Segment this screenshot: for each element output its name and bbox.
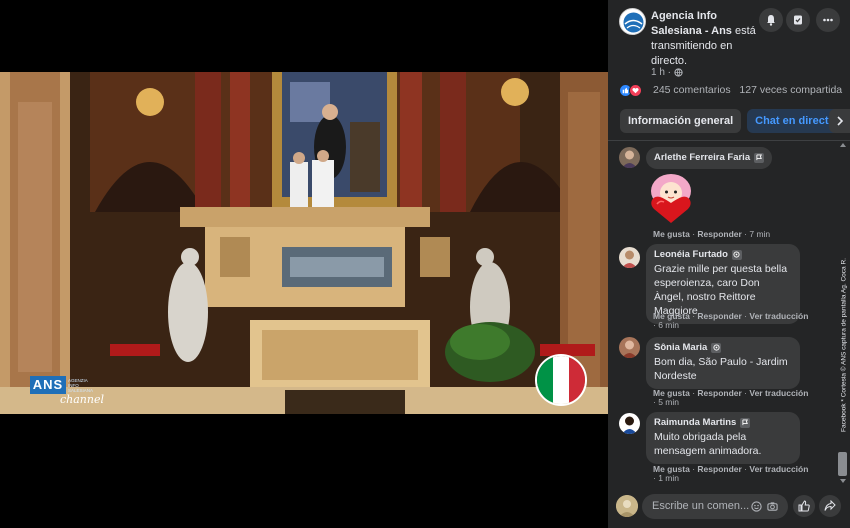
bookmark-icon xyxy=(794,15,802,25)
comment-time-row: · 6 min xyxy=(653,320,679,330)
like-link[interactable]: Me gusta xyxy=(653,229,690,239)
ans-globe-icon xyxy=(623,12,644,33)
reply-link[interactable]: Responder xyxy=(697,388,741,398)
contributor-badge-icon xyxy=(731,249,742,260)
commenter-name[interactable]: Sônia Maria xyxy=(654,342,792,353)
heart-sticker-icon xyxy=(651,174,691,223)
comment-actions: Me gusta · Responder · 7 min xyxy=(653,229,771,239)
photo-credit: Facebook * Cortesia © ANS captura de pan… xyxy=(838,240,850,450)
italy-flag-icon xyxy=(535,354,587,406)
see-translation-link[interactable]: Ver traducción xyxy=(749,311,808,321)
emoji-icon[interactable] xyxy=(751,501,762,512)
current-user-avatar[interactable] xyxy=(616,495,638,517)
comment-time-row: · 5 min xyxy=(653,397,679,407)
bell-icon xyxy=(767,15,775,26)
comment-bubble: Sônia Maria Bom dia, São Paulo - Jardim … xyxy=(646,337,800,389)
commenter-avatar[interactable] xyxy=(619,147,640,168)
like-button[interactable] xyxy=(793,495,815,517)
commenter-name[interactable]: Arlethe Ferreira Faria xyxy=(654,152,765,163)
post-meta: 1 h · xyxy=(651,67,683,78)
video-player[interactable]: ANS AGENZIA INFO SALESIANA channel xyxy=(0,0,608,528)
fan-badge-icon xyxy=(754,152,765,163)
more-options-button[interactable] xyxy=(816,8,840,32)
comment-time[interactable]: 5 min xyxy=(658,397,679,407)
panel-tabs: Información general Chat en directo xyxy=(620,109,844,133)
comment-text: Muito obrigada pela mensagem animadora. xyxy=(654,431,762,457)
globe-icon xyxy=(674,68,683,77)
love-reaction-icon xyxy=(629,83,642,97)
share-arrow-icon xyxy=(824,500,836,511)
commenter-name[interactable]: Leonéia Furtado xyxy=(654,249,792,260)
comment-text: Grazie mille per questa bella esperoienz… xyxy=(654,263,788,317)
commenter-name-text: Arlethe Ferreira Faria xyxy=(654,152,751,163)
page-name-link[interactable]: Agencia Info Salesiana - Ans xyxy=(651,10,732,37)
scrollbar-thumb[interactable] xyxy=(838,452,847,476)
photo-credit-text: Facebook * Cortesia © ANS captura de pan… xyxy=(840,258,848,432)
basilica-altar-scene xyxy=(0,72,608,414)
notifications-button[interactable] xyxy=(759,8,783,32)
comment-input-placeholder: Escribe un comen... xyxy=(652,500,750,512)
comment-time[interactable]: 6 min xyxy=(658,320,679,330)
commenter-avatar[interactable] xyxy=(619,247,640,268)
commenter-avatar[interactable] xyxy=(619,413,640,434)
comment-time[interactable]: 1 min xyxy=(658,473,679,483)
post-title: Agencia Info Salesiana - Ans está transm… xyxy=(651,9,761,69)
reactions-summary[interactable] xyxy=(619,83,642,97)
commenter-name-text: Leonéia Furtado xyxy=(654,249,728,260)
scroll-up-arrow-icon[interactable] xyxy=(839,142,847,148)
commenter-name-text: Raimunda Martins xyxy=(654,417,737,428)
post-time[interactable]: 1 h · xyxy=(651,67,671,78)
chevron-right-icon xyxy=(836,116,843,126)
scroll-down-arrow-icon[interactable] xyxy=(839,478,847,484)
screen: ANS AGENZIA INFO SALESIANA channel Agenc… xyxy=(0,0,850,528)
comments-count[interactable]: 245 comentarios xyxy=(653,84,731,96)
reply-link[interactable]: Responder xyxy=(697,464,741,474)
save-button[interactable] xyxy=(786,8,810,32)
contributor-badge-icon xyxy=(711,342,722,353)
camera-icon[interactable] xyxy=(767,501,778,512)
ans-channel-logo: ANS AGENZIA INFO SALESIANA channel xyxy=(30,376,112,408)
share-button[interactable] xyxy=(819,495,841,517)
comments-list: Arlethe Ferreira Faria Me gusta · Respon… xyxy=(608,141,840,486)
ans-logo-subtitle: channel xyxy=(60,393,104,406)
tab-general-info[interactable]: Información general xyxy=(620,109,742,133)
commenter-avatar[interactable] xyxy=(619,337,640,358)
commenter-name-text: Sônia Maria xyxy=(654,342,708,353)
comment-bubble: Arlethe Ferreira Faria xyxy=(646,147,773,169)
live-chat-panel: Agencia Info Salesiana - Ans está transm… xyxy=(608,0,850,528)
page-avatar[interactable] xyxy=(619,8,646,35)
comment-time-row: · 1 min xyxy=(653,473,679,483)
ans-logo-small-text: AGENZIA INFO SALESIANA xyxy=(68,378,94,393)
see-translation-link[interactable]: Ver traducción xyxy=(749,388,808,398)
comment-input[interactable]: Escribe un comen... xyxy=(642,494,788,519)
comment-text: Bom dia, São Paulo - Jardim Nordeste xyxy=(654,356,788,382)
thumbs-up-icon xyxy=(798,500,810,512)
commenter-name[interactable]: Raimunda Martins xyxy=(654,417,792,428)
shares-count[interactable]: 127 veces compartida xyxy=(739,84,842,96)
video-frame[interactable] xyxy=(0,72,608,414)
fan-badge-icon xyxy=(740,417,751,428)
comment-composer: Escribe un comen... xyxy=(608,487,850,528)
reply-link[interactable]: Responder xyxy=(697,311,741,321)
post-header: Agencia Info Salesiana - Ans está transm… xyxy=(608,0,850,82)
reply-link[interactable]: Responder xyxy=(697,229,741,239)
tabs-next-button[interactable] xyxy=(829,109,850,133)
comment-bubble: Raimunda Martins Muito obrigada pela men… xyxy=(646,412,800,464)
see-translation-link[interactable]: Ver traducción xyxy=(749,464,808,474)
ans-logo-text: ANS xyxy=(30,376,66,394)
comment-time[interactable]: 7 min xyxy=(749,229,770,239)
ellipsis-icon xyxy=(823,18,833,22)
post-stats: 245 comentarios 127 veces compartida xyxy=(653,84,842,96)
